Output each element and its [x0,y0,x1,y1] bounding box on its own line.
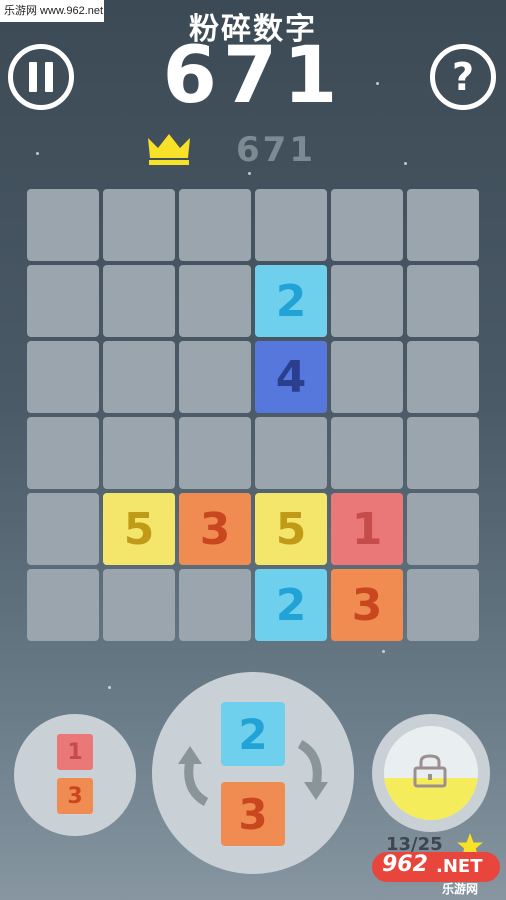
number-tile[interactable]: 1 [331,493,403,565]
current-piece-bottom-tile[interactable]: 3 [221,782,285,846]
board-cell[interactable] [407,341,479,413]
pause-icon [25,62,57,92]
board-cell[interactable] [331,189,403,261]
number-tile[interactable]: 2 [255,265,327,337]
crown-icon [148,134,190,165]
lock-icon [413,754,447,788]
number-tile[interactable]: 2 [255,569,327,641]
board-cell[interactable] [255,417,327,489]
board-cell[interactable] [331,265,403,337]
board-cell[interactable] [27,265,99,337]
board-cell[interactable] [407,417,479,489]
board-cell[interactable] [27,341,99,413]
board-cell[interactable] [407,265,479,337]
number-tile[interactable]: 5 [255,493,327,565]
rotate-left-icon [178,746,209,806]
current-piece-top-tile[interactable]: 2 [221,702,285,766]
board-cell[interactable] [179,341,251,413]
board-cell[interactable] [331,417,403,489]
snow-dot [248,172,251,175]
board-cell[interactable] [407,569,479,641]
board-cell[interactable] [103,341,175,413]
rotate-right-icon [297,740,328,800]
pause-button[interactable] [8,44,74,110]
game-board[interactable]: 24535123 [27,189,479,641]
help-icon: ? [451,55,475,99]
board-cell[interactable] [407,493,479,565]
board-cell[interactable] [179,265,251,337]
board-cell[interactable] [179,189,251,261]
site-logo: 962 .NET 乐游网 [372,848,502,896]
board-cell[interactable] [179,417,251,489]
board-cell[interactable] [27,417,99,489]
board-cell[interactable] [103,189,175,261]
board-cell[interactable] [103,265,175,337]
board-cell[interactable] [331,341,403,413]
number-tile[interactable]: 3 [179,493,251,565]
board-cell[interactable] [103,417,175,489]
help-button[interactable]: ? [430,44,496,110]
next-piece-holder [14,714,136,836]
board-cell[interactable] [103,569,175,641]
snow-dot [108,686,111,689]
board-cell[interactable] [27,493,99,565]
board-cell[interactable] [27,189,99,261]
snow-dot [382,650,385,653]
snow-dot [36,152,39,155]
snow-dot [404,162,407,165]
number-tile[interactable]: 4 [255,341,327,413]
next-piece-top-tile: 1 [57,734,93,770]
board-cell[interactable] [407,189,479,261]
number-tile[interactable]: 5 [103,493,175,565]
next-piece-bottom-tile: 3 [57,778,93,814]
board-cell[interactable] [255,189,327,261]
board-cell[interactable] [179,569,251,641]
best-score: 671 [236,130,316,170]
number-tile[interactable]: 3 [331,569,403,641]
board-cell[interactable] [27,569,99,641]
